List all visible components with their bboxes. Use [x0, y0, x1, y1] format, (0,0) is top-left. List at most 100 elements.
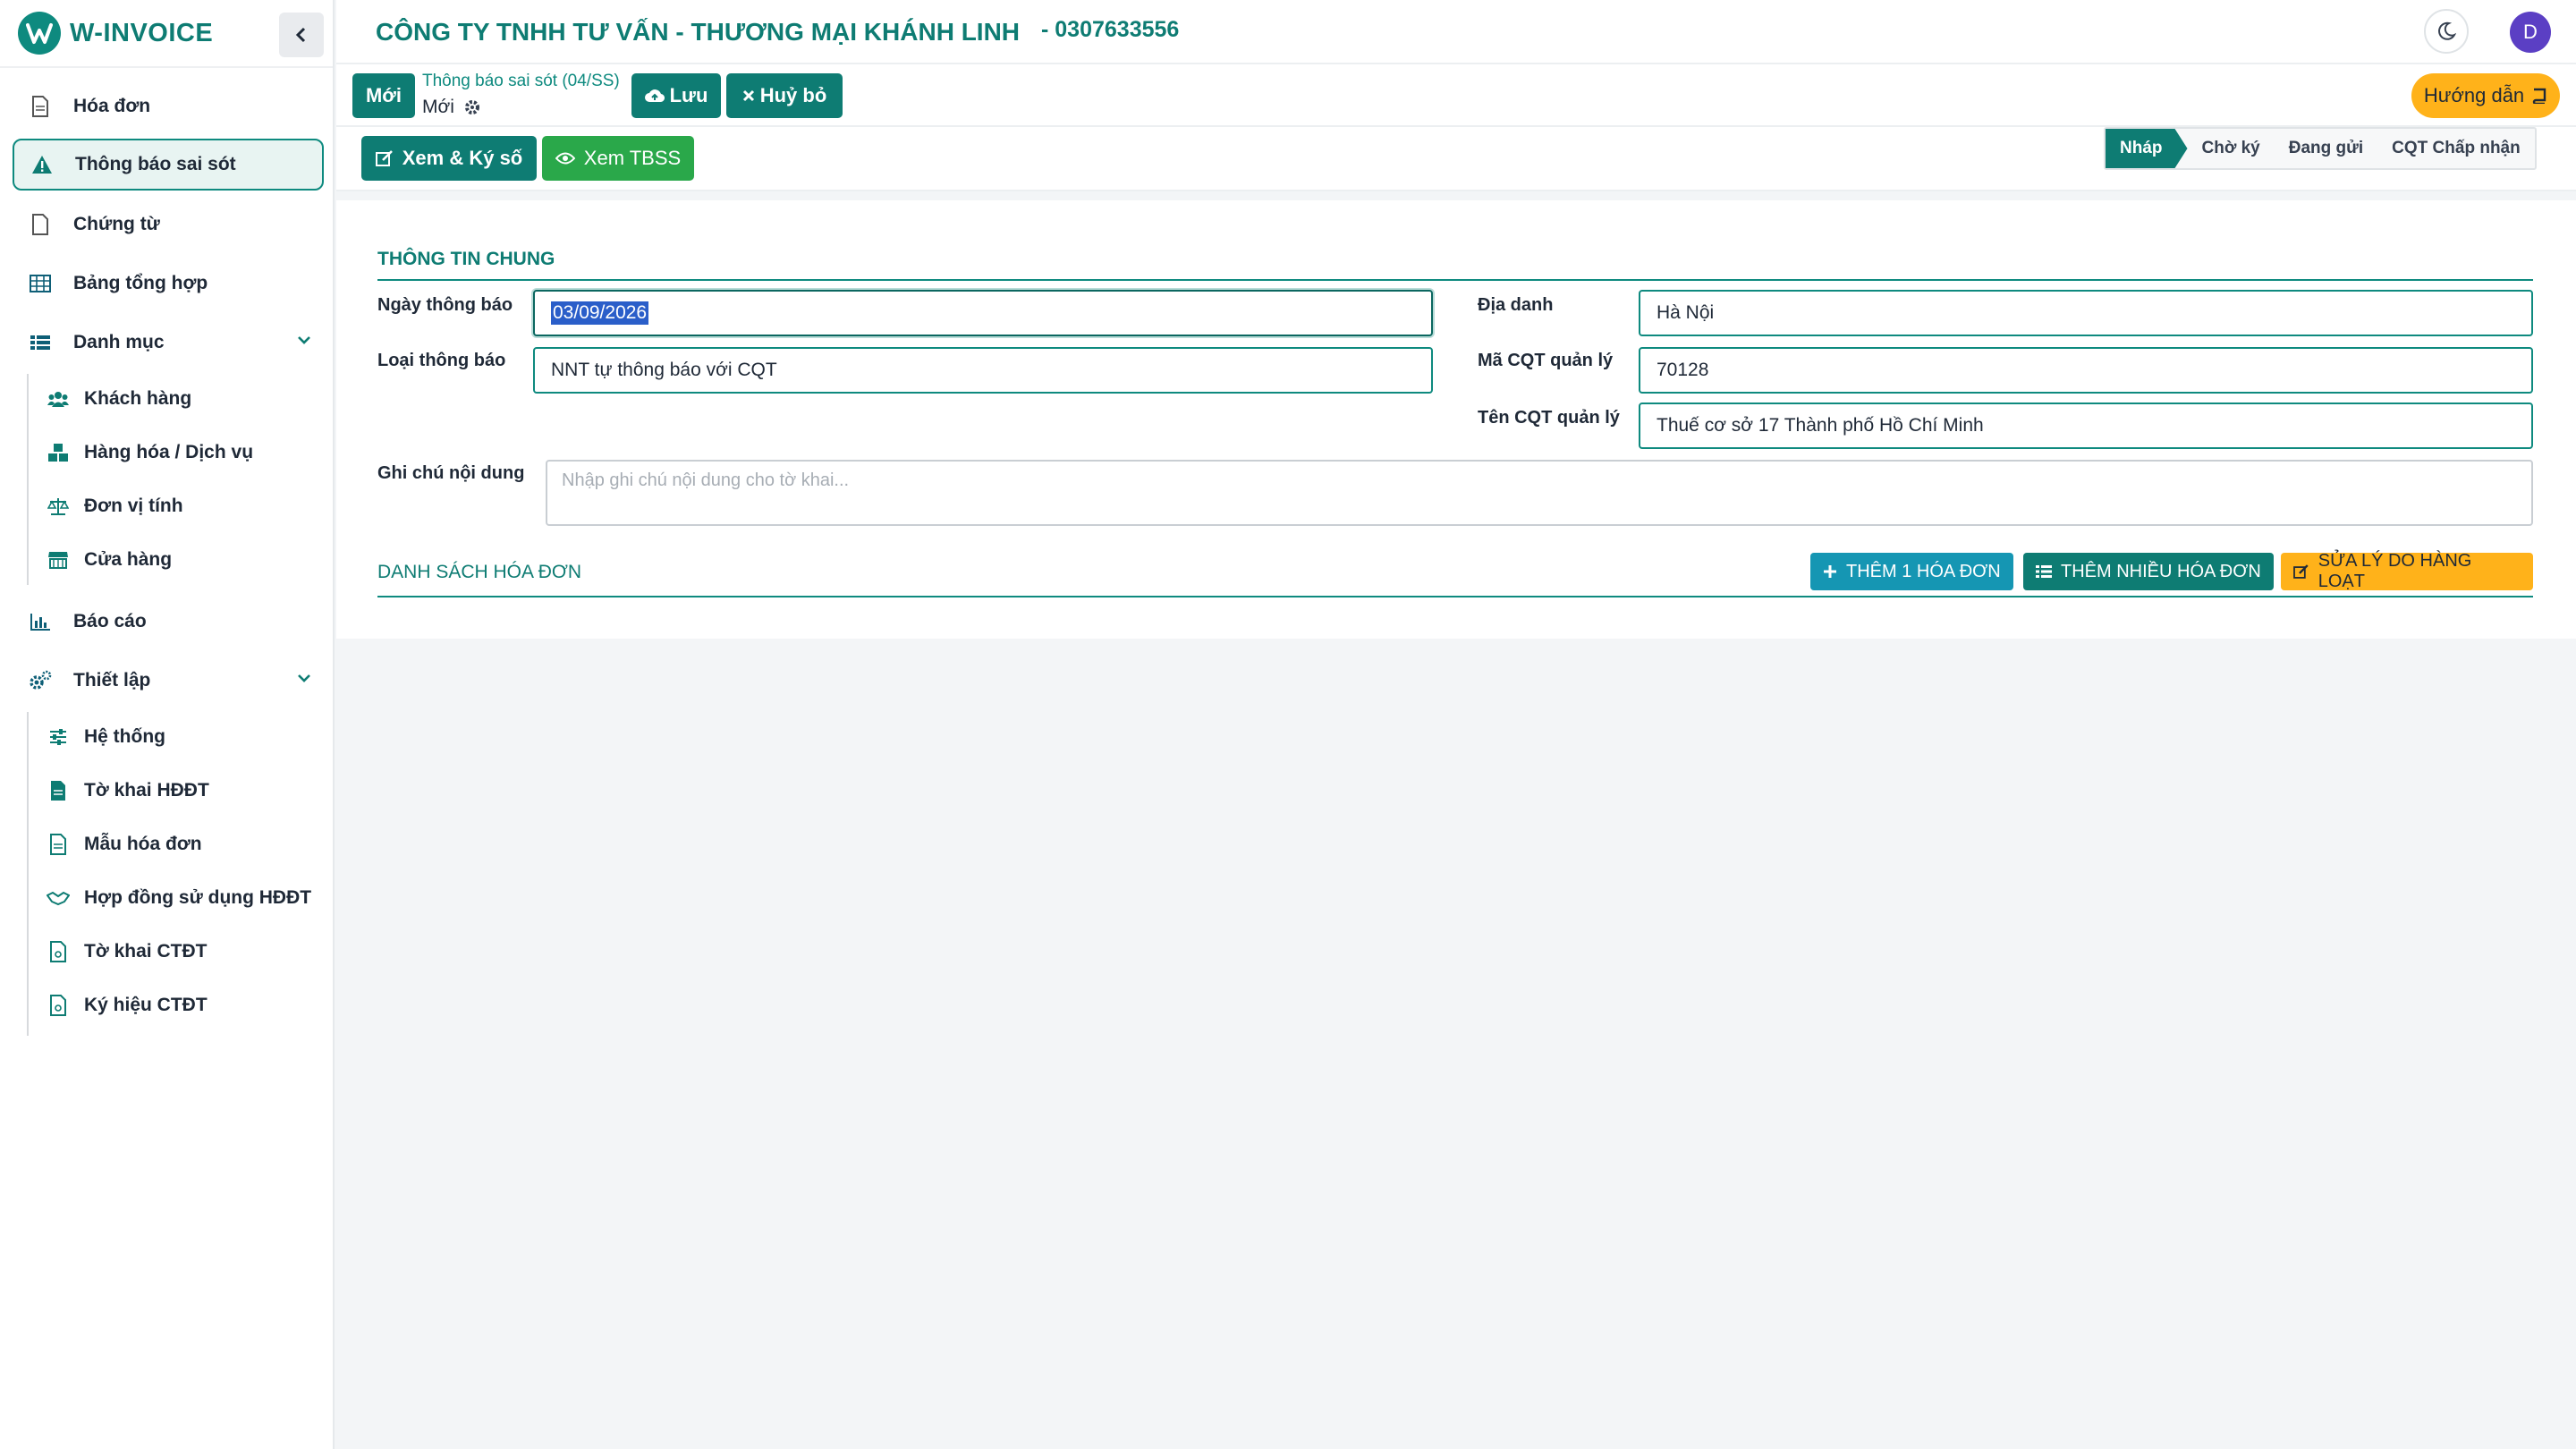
brand-logo-icon — [18, 12, 61, 55]
view-tbss-label: Xem TBSS — [583, 147, 682, 169]
note-placeholder: Nhập ghi chú nội dung cho tờ khai... — [562, 470, 850, 490]
top-header: CÔNG TY TNHH TƯ VẤN - THƯƠNG MẠI KHÁNH L… — [336, 0, 2576, 64]
sidebar-item-label: Hệ thống — [84, 726, 165, 747]
sidebar-item-don-vi-tinh[interactable]: Đơn vị tính — [47, 485, 183, 528]
sidebar-item-hang-hoa-dich-vu[interactable]: Hàng hóa / Dịch vụ — [47, 431, 253, 474]
edit-icon — [375, 150, 393, 166]
edit-icon — [2293, 564, 2309, 579]
list-icon — [2036, 565, 2052, 578]
sidebar-item-label: Thiết lập — [73, 670, 151, 691]
add-one-invoice-button[interactable]: THÊM 1 HÓA ĐƠN — [1810, 553, 2013, 590]
note-textarea[interactable]: Nhập ghi chú nội dung cho tờ khai... — [546, 460, 2533, 526]
sidebar-item-label: Danh mục — [73, 332, 165, 352]
type-field[interactable]: NNT tự thông báo với CQT — [533, 347, 1433, 394]
avatar[interactable]: D — [2510, 12, 2551, 53]
sidebar-item-thong-bao-sai-sot[interactable]: Thông báo sai sót — [13, 139, 324, 191]
scale-icon — [47, 495, 70, 518]
place-label: Địa danh — [1478, 295, 1554, 315]
add-one-invoice-label: THÊM 1 HÓA ĐƠN — [1846, 561, 2001, 581]
guide-button[interactable]: Hướng dẫn — [2411, 73, 2560, 118]
step-cho-ky[interactable]: Chờ ký — [2188, 129, 2275, 168]
table-icon — [29, 272, 52, 295]
file-icon — [47, 940, 70, 963]
sidebar-item-bao-cao[interactable]: Báo cáo — [13, 596, 324, 648]
add-many-invoices-button[interactable]: THÊM NHIỀU HÓA ĐƠN — [2023, 553, 2274, 590]
chevron-down-icon — [298, 674, 310, 682]
gears-icon — [29, 669, 52, 692]
cancel-button[interactable]: Huỷ bỏ — [726, 73, 843, 118]
step-cqt-chap-nhan[interactable]: CQT Chấp nhận — [2377, 129, 2535, 168]
users-icon — [47, 387, 70, 411]
section-general-divider — [377, 279, 2533, 281]
date-label: Ngày thông báo — [377, 295, 513, 315]
type-value: NNT tự thông báo với CQT — [551, 360, 777, 380]
chart-icon — [29, 610, 52, 633]
sidebar-collapse-button[interactable] — [279, 13, 324, 57]
tax-office-name-field[interactable]: Thuế cơ sở 17 Thành phố Hồ Chí Minh — [1639, 402, 2533, 449]
tax-office-code-field[interactable]: 70128 — [1639, 347, 2533, 394]
sidebar-item-label: Tờ khai HĐĐT — [84, 780, 209, 801]
cubes-icon — [47, 441, 70, 464]
close-icon — [742, 89, 754, 102]
sidebar-item-to-khai-ctdt[interactable]: Tờ khai CTĐT — [47, 930, 207, 973]
new-button[interactable]: Mới — [352, 73, 415, 118]
sidebar-item-cua-hang[interactable]: Cửa hàng — [47, 538, 172, 581]
theme-toggle-button[interactable] — [2424, 9, 2469, 54]
sidebar-item-label: Mẫu hóa đơn — [84, 834, 202, 854]
date-field[interactable]: 03/09/2026 — [533, 290, 1433, 336]
sidebar-item-label: Báo cáo — [73, 611, 147, 631]
step-dang-gui[interactable]: Đang gửi — [2275, 129, 2377, 168]
sidebar-item-label: Tờ khai CTĐT — [84, 941, 208, 962]
sidebar-item-danh-muc[interactable]: Danh mục — [13, 317, 324, 369]
note-label: Ghi chú nội dung — [377, 463, 525, 483]
tax-code: - 0307633556 — [1041, 17, 1180, 42]
sidebar-item-label: Cửa hàng — [84, 549, 173, 570]
sidebar-item-hoa-don[interactable]: Hóa đơn — [13, 80, 324, 132]
company-name: CÔNG TY TNHH TƯ VẤN - THƯƠNG MẠI KHÁNH L… — [376, 18, 1021, 46]
section-general-title: THÔNG TIN CHUNG — [377, 249, 555, 269]
place-field[interactable]: Hà Nội — [1639, 290, 2533, 336]
view-sign-label: Xem & Ký số — [402, 147, 523, 169]
sidebar-item-label: Hóa đơn — [73, 96, 151, 116]
moon-icon — [2438, 21, 2456, 40]
sidebar-item-chung-tu[interactable]: Chứng từ — [13, 199, 324, 250]
document-state-label: Mới — [422, 97, 454, 117]
sidebar-item-label: Khách hàng — [84, 388, 192, 409]
tax-office-name-value: Thuế cơ sở 17 Thành phố Hồ Chí Minh — [1657, 415, 1984, 436]
save-button[interactable]: Lưu — [631, 73, 721, 118]
danh-muc-subgroup-line — [27, 374, 29, 585]
sidebar-item-thiet-lap[interactable]: Thiết lập — [13, 655, 324, 707]
sidebar-item-bang-tong-hop[interactable]: Bảng tổng hợp — [13, 258, 324, 309]
brand-name: W-INVOICE — [70, 18, 214, 47]
main-form: THÔNG TIN CHUNG Ngày thông báo 03/09/202… — [336, 200, 2576, 639]
step-nhap[interactable]: Nháp — [2106, 129, 2188, 168]
list-icon — [29, 331, 52, 354]
tax-office-code-value: 70128 — [1657, 360, 1709, 380]
section-invoices-title: DANH SÁCH HÓA ĐƠN — [377, 562, 582, 582]
tax-office-code-label: Mã CQT quản lý — [1478, 351, 1614, 370]
chevron-down-icon — [298, 336, 310, 344]
cloud-upload-icon — [644, 89, 665, 103]
document-title: Thông báo sai sót (04/SS) — [422, 72, 620, 90]
handshake-icon — [47, 886, 70, 910]
view-sign-button[interactable]: Xem & Ký số — [361, 136, 537, 181]
sidebar-item-ky-hieu-ctdt[interactable]: Ký hiệu CTĐT — [47, 984, 208, 1027]
sidebar-item-label: Đơn vị tính — [84, 496, 183, 516]
chevron-left-icon — [295, 27, 306, 43]
file-icon — [47, 833, 70, 856]
type-label: Loại thông báo — [377, 351, 506, 370]
sidebar-item-to-khai-hddt[interactable]: Tờ khai HĐĐT — [47, 769, 209, 812]
sidebar-item-hop-dong[interactable]: Hợp đồng sử dụng HĐĐT — [47, 877, 311, 919]
bulk-edit-reason-button[interactable]: SỬA LÝ DO HÀNG LOẠT — [2281, 551, 2533, 591]
sidebar-item-he-thong[interactable]: Hệ thống — [47, 716, 165, 758]
bulk-edit-reason-label: SỬA LÝ DO HÀNG LOẠT — [2318, 551, 2472, 591]
view-tbss-button[interactable]: Xem TBSS — [542, 136, 694, 181]
action-bar: Mới Thông báo sai sót (04/SS) Mới Lưu Hu… — [336, 64, 2576, 127]
sidebar-item-khach-hang[interactable]: Khách hàng — [47, 377, 191, 420]
section-invoices-divider — [377, 596, 2533, 597]
status-steps: Nháp Chờ ký Đang gửi CQT Chấp nhận — [2104, 127, 2537, 170]
sidebar-item-mau-hoa-don[interactable]: Mẫu hóa đơn — [47, 823, 202, 866]
gear-icon[interactable] — [463, 98, 481, 116]
plus-icon — [1824, 565, 1836, 578]
guide-label: Hướng dẫn — [2423, 84, 2525, 106]
